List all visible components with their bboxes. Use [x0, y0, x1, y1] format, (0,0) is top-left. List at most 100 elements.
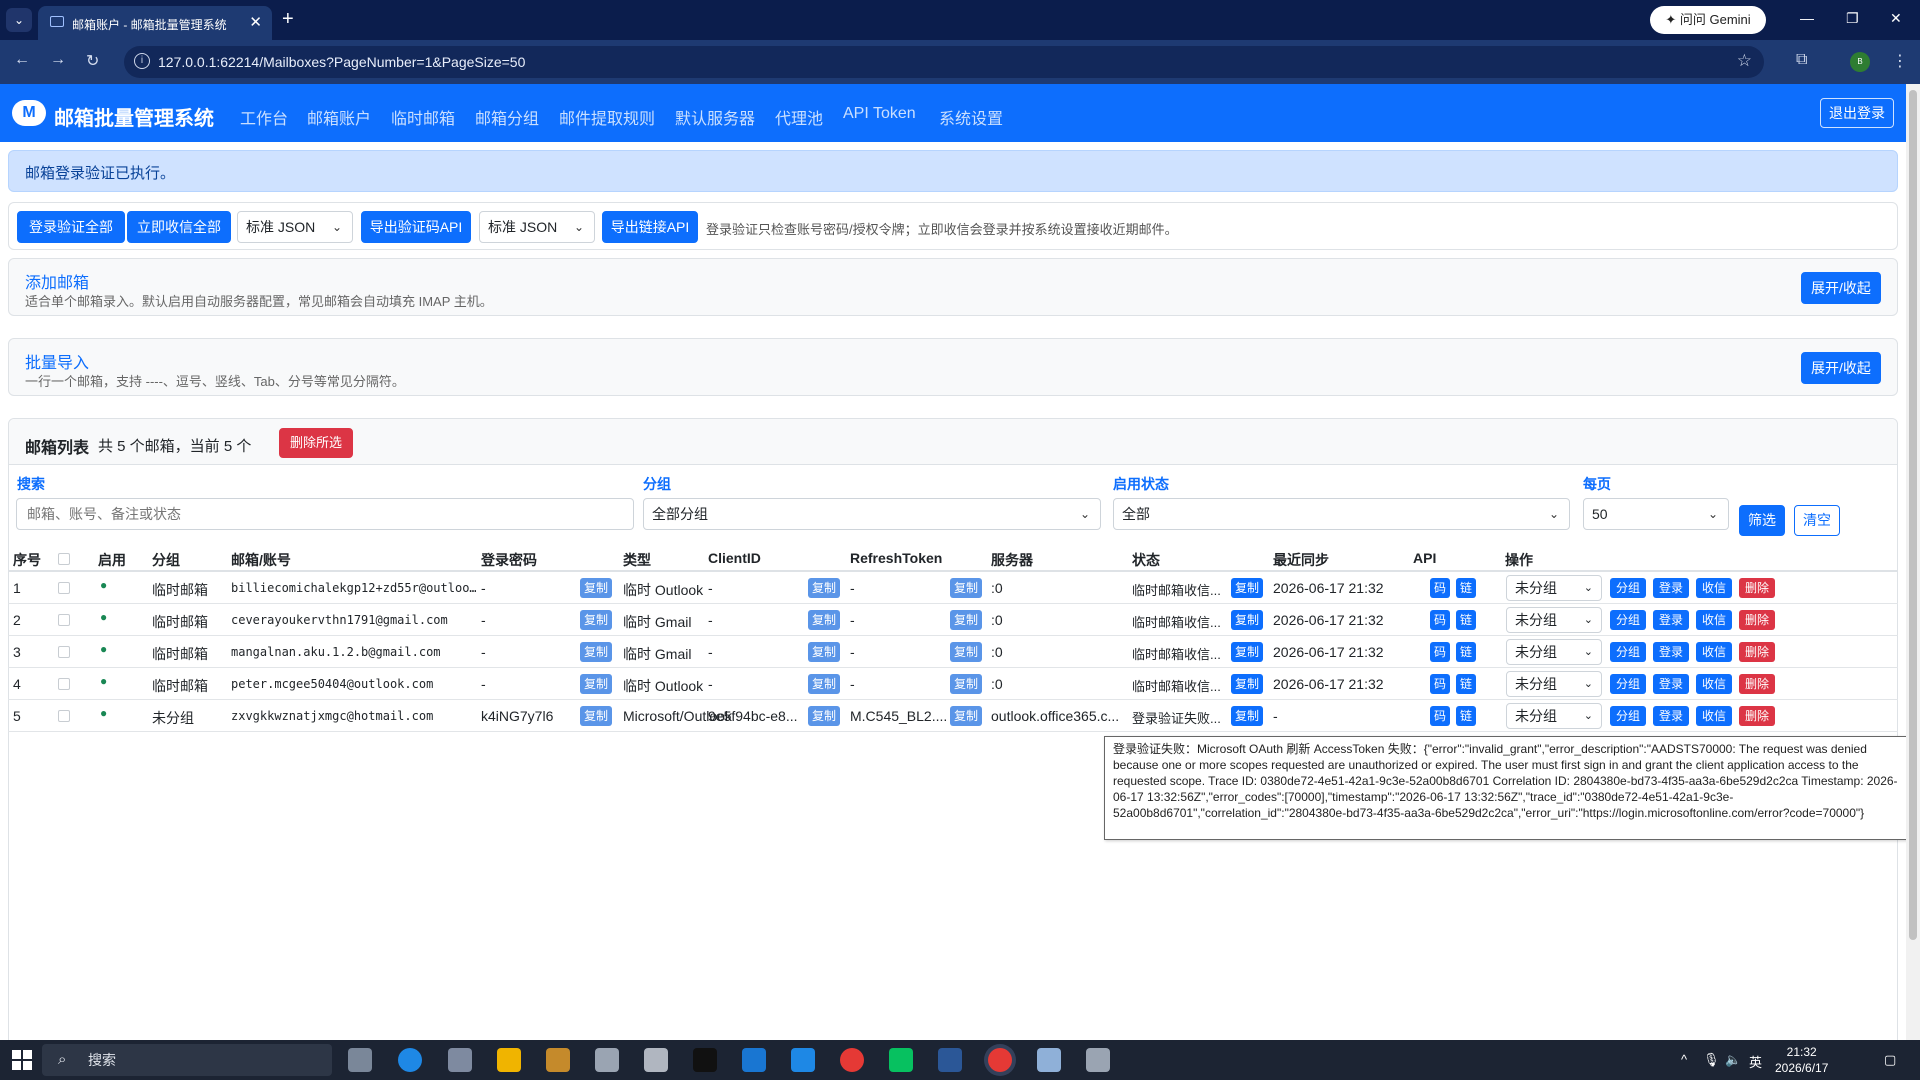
copy-status-button[interactable]: 复制: [1231, 706, 1264, 726]
row-delete-button[interactable]: 删除: [1739, 610, 1775, 630]
export-link-api-button[interactable]: 导出链接API: [602, 211, 698, 243]
per-page-select[interactable]: 50 ⌄: [1583, 498, 1729, 530]
gemini-button[interactable]: ✦ 问问 Gemini: [1650, 6, 1766, 34]
nav-mail-groups[interactable]: 邮箱分组: [475, 105, 539, 129]
add-mailbox-title[interactable]: 添加邮箱: [25, 269, 89, 293]
browser-tab-active[interactable]: 邮箱账户 - 邮箱批量管理系统 ✕: [38, 6, 272, 40]
forward-arrow-icon[interactable]: →: [50, 51, 66, 69]
profile-avatar[interactable]: B: [1850, 52, 1870, 72]
reload-icon[interactable]: ↻: [86, 51, 99, 71]
file-explorer-icon[interactable]: [497, 1048, 521, 1072]
api-code-button[interactable]: 码: [1430, 610, 1451, 630]
extensions-puzzle-icon[interactable]: ⧉: [1796, 51, 1807, 69]
row-receive-button[interactable]: 收信: [1696, 706, 1732, 726]
nav-settings[interactable]: 系统设置: [939, 105, 1003, 129]
nav-workbench[interactable]: 工作台: [240, 105, 288, 129]
row-delete-button[interactable]: 删除: [1739, 578, 1775, 598]
copy-password-button[interactable]: 复制: [580, 642, 613, 662]
row-login-button[interactable]: 登录: [1653, 578, 1689, 598]
api-link-button[interactable]: 链: [1456, 610, 1477, 630]
row-checkbox[interactable]: [58, 678, 70, 690]
app-icon-6[interactable]: [1037, 1048, 1061, 1072]
row-login-button[interactable]: 登录: [1653, 610, 1689, 630]
bulk-import-title[interactable]: 批量导入: [25, 349, 89, 373]
copy-client-id-button[interactable]: 复制: [808, 610, 841, 630]
copy-token-button[interactable]: 复制: [950, 610, 983, 630]
group-filter-select[interactable]: 全部分组 ⌄: [643, 498, 1101, 530]
nav-mailboxes[interactable]: 邮箱账户: [307, 105, 371, 129]
api-code-button[interactable]: 码: [1430, 706, 1451, 726]
bulk-import-toggle-button[interactable]: 展开/收起: [1801, 352, 1881, 384]
delete-selected-button[interactable]: 删除所选: [279, 428, 353, 458]
add-mailbox-toggle-button[interactable]: 展开/收起: [1801, 272, 1881, 304]
copy-password-button[interactable]: 复制: [580, 706, 613, 726]
row-group-select[interactable]: 未分组 ⌄: [1506, 671, 1602, 697]
speaker-icon[interactable]: 🔈: [1725, 1052, 1741, 1068]
tab-close-icon[interactable]: ✕: [249, 13, 262, 31]
nav-extract-rules[interactable]: 邮件提取规则: [559, 105, 655, 129]
api-code-button[interactable]: 码: [1430, 578, 1451, 598]
verify-all-button[interactable]: 登录验证全部: [17, 211, 125, 243]
row-receive-button[interactable]: 收信: [1696, 578, 1732, 598]
copy-client-id-button[interactable]: 复制: [808, 642, 841, 662]
copy-client-id-button[interactable]: 复制: [808, 674, 841, 694]
taskbar-clock[interactable]: 21:32 2026/6/17: [1775, 1044, 1828, 1076]
window-close-icon[interactable]: ✕: [1890, 10, 1902, 27]
export-link-format-select[interactable]: 标准 JSON ⌄: [479, 211, 595, 243]
app-icon-4[interactable]: [742, 1048, 766, 1072]
app-icon-7[interactable]: [1086, 1048, 1110, 1072]
site-info-icon[interactable]: i: [134, 53, 150, 69]
enabled-filter-select[interactable]: 全部 ⌄: [1113, 498, 1570, 530]
copy-status-button[interactable]: 复制: [1231, 578, 1264, 598]
wechat-icon[interactable]: [889, 1048, 913, 1072]
tray-chevron-up-icon[interactable]: ^: [1681, 1052, 1687, 1067]
chrome-active-icon[interactable]: [988, 1048, 1012, 1072]
logout-button[interactable]: 退出登录: [1820, 98, 1894, 128]
row-delete-button[interactable]: 删除: [1739, 642, 1775, 662]
row-group-button[interactable]: 分组: [1610, 674, 1646, 694]
copy-status-button[interactable]: 复制: [1231, 610, 1264, 630]
browser-menu-icon[interactable]: ⋮: [1892, 51, 1908, 71]
copy-client-id-button[interactable]: 复制: [808, 706, 841, 726]
row-checkbox[interactable]: [58, 614, 70, 626]
taskbar-search-box[interactable]: ⌕ 搜索: [42, 1044, 332, 1076]
row-login-button[interactable]: 登录: [1653, 642, 1689, 662]
copy-status-button[interactable]: 复制: [1231, 674, 1264, 694]
back-arrow-icon[interactable]: ←: [14, 51, 30, 69]
row-login-button[interactable]: 登录: [1653, 706, 1689, 726]
row-checkbox[interactable]: [58, 646, 70, 658]
copy-status-button[interactable]: 复制: [1231, 642, 1264, 662]
row-group-select[interactable]: 未分组 ⌄: [1506, 607, 1602, 633]
copy-token-button[interactable]: 复制: [950, 642, 983, 662]
edge-browser-icon[interactable]: [398, 1048, 422, 1072]
api-code-button[interactable]: 码: [1430, 642, 1451, 662]
row-checkbox[interactable]: [58, 710, 70, 722]
row-receive-button[interactable]: 收信: [1696, 642, 1732, 662]
tab-search-chevron-icon[interactable]: ⌄: [6, 8, 32, 32]
app-brand[interactable]: 邮箱批量管理系统: [54, 102, 214, 131]
filter-button[interactable]: 筛选: [1739, 505, 1785, 536]
bookmark-star-icon[interactable]: ☆: [1737, 51, 1752, 71]
export-code-api-button[interactable]: 导出验证码API: [361, 211, 471, 243]
copy-client-id-button[interactable]: 复制: [808, 578, 841, 598]
nav-default-servers[interactable]: 默认服务器: [675, 105, 755, 129]
row-delete-button[interactable]: 删除: [1739, 674, 1775, 694]
capcut-icon[interactable]: [693, 1048, 717, 1072]
row-receive-button[interactable]: 收信: [1696, 674, 1732, 694]
receive-all-button[interactable]: 立即收信全部: [127, 211, 231, 243]
app-logo[interactable]: M: [12, 100, 46, 126]
api-link-button[interactable]: 链: [1456, 642, 1477, 662]
row-checkbox[interactable]: [58, 582, 70, 594]
notification-icon[interactable]: ▢: [1884, 1052, 1896, 1068]
row-group-button[interactable]: 分组: [1610, 706, 1646, 726]
row-receive-button[interactable]: 收信: [1696, 610, 1732, 630]
select-all-checkbox[interactable]: [58, 553, 70, 565]
powershell-icon[interactable]: [938, 1048, 962, 1072]
microphone-icon[interactable]: 🎙: [1703, 1052, 1720, 1068]
url-field[interactable]: i 127.0.0.1:62214/Mailboxes?PageNumber=1…: [124, 46, 1764, 78]
row-group-select[interactable]: 未分组 ⌄: [1506, 639, 1602, 665]
task-view-icon[interactable]: [348, 1048, 372, 1072]
chrome-icon[interactable]: [840, 1048, 864, 1072]
copy-token-button[interactable]: 复制: [950, 706, 983, 726]
clear-button[interactable]: 清空: [1794, 505, 1840, 536]
